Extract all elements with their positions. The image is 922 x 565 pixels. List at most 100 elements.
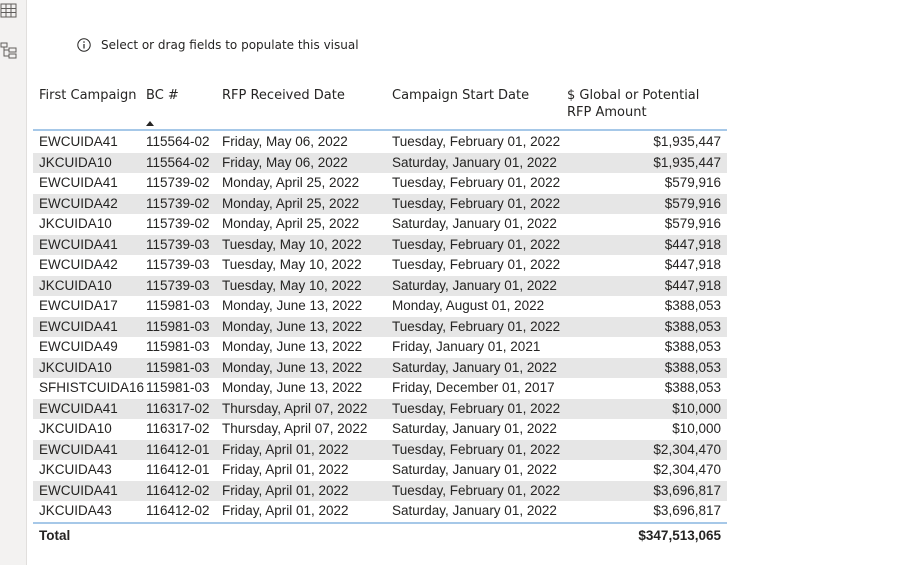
rfp-received-date-cell: Monday, April 25, 2022 xyxy=(222,195,360,211)
rfp-amount-cell: $10,000 xyxy=(672,421,721,436)
visual-toolbar xyxy=(0,0,27,565)
bc-number-cell: 115739-03 xyxy=(146,257,210,272)
table-body: EWCUIDA41 115564-02 Friday, May 06, 2022 Tu… xyxy=(33,132,727,522)
rfp-amount-cell: $388,053 xyxy=(664,339,721,354)
bc-number-cell: 116412-02 xyxy=(146,503,210,518)
first-campaign-cell: EWCUIDA41 xyxy=(39,175,118,190)
rfp-received-date-cell: Friday, May 06, 2022 xyxy=(222,154,348,170)
table-row[interactable]: EWCUIDA41 115739-03 Tuesday, May 10, 2022 T… xyxy=(33,234,727,255)
campaign-start-date-cell: Saturday, January 01, 2022 xyxy=(392,503,557,518)
table-row[interactable]: JKCUIDA10 115739-03 Tuesday, May 10, 2022 S… xyxy=(33,275,727,296)
rfp-amount-cell: $2,304,470 xyxy=(653,441,721,457)
campaign-start-date-cell: Saturday, January 01, 2022 xyxy=(392,277,557,293)
table-row[interactable]: JKCUIDA10 115981-03 Monday, June 13, 2022 S… xyxy=(33,357,727,378)
table-row[interactable]: JKCUIDA10 115564-02 Friday, May 06, 2022 Sa… xyxy=(33,152,727,173)
rfp-amount-cell: $388,053 xyxy=(664,298,721,313)
rfp-received-date-cell: Friday, April 01, 2022 xyxy=(222,503,349,518)
first-campaign-cell: EWCUIDA41 xyxy=(39,400,118,416)
rfp-received-date-cell: Monday, April 25, 2022 xyxy=(222,175,360,190)
rfp-received-date-cell: Friday, April 01, 2022 xyxy=(222,462,349,477)
rfp-amount-cell: $579,916 xyxy=(664,195,721,211)
table-row[interactable]: EWCUIDA41 115739-02 Monday, April 25, 2022… xyxy=(33,173,727,194)
rfp-amount-cell: $3,696,817 xyxy=(653,503,721,518)
first-campaign-cell: EWCUIDA41 xyxy=(39,134,118,149)
rfp-received-date-cell: Monday, June 13, 2022 xyxy=(222,359,363,375)
first-campaign-cell: SFHISTCUIDA16 xyxy=(39,380,145,395)
table-row[interactable]: EWCUIDA42 115739-02 Monday, April 25, 2022… xyxy=(33,193,727,214)
total-row: Total $347,513,065 xyxy=(33,521,727,548)
bc-number-cell: 116412-02 xyxy=(146,482,210,498)
campaign-start-date-cell: Tuesday, February 01, 2022 xyxy=(392,400,561,416)
table-row[interactable]: EWCUIDA17 115981-03 Monday, June 13, 2022 M… xyxy=(33,296,727,317)
campaign-start-date-cell: Saturday, January 01, 2022 xyxy=(392,421,557,436)
column-header-rfp-received-date[interactable]: RFP Received Date xyxy=(222,87,345,104)
table-row[interactable]: EWCUIDA41 116317-02 Thursday, April 07, 20… xyxy=(33,398,727,419)
rfp-amount-cell: $388,053 xyxy=(664,318,721,334)
bc-number-cell: 115739-02 xyxy=(146,195,210,211)
table-row[interactable]: SFHISTCUIDA16 115981-03 Monday, June 13, 2… xyxy=(33,378,727,399)
table-row[interactable]: JKCUIDA43 116412-01 Friday, April 01, 2022… xyxy=(33,460,727,481)
sort-ascending-icon[interactable] xyxy=(146,121,154,126)
campaign-start-date-cell: Tuesday, February 01, 2022 xyxy=(392,236,561,252)
table-row[interactable]: EWCUIDA41 116412-02 Friday, April 01, 2022… xyxy=(33,480,727,501)
first-campaign-cell: EWCUIDA42 xyxy=(39,195,118,211)
rfp-amount-cell: $3,696,817 xyxy=(653,482,721,498)
bc-number-cell: 115739-03 xyxy=(146,277,210,293)
table-row[interactable]: EWCUIDA41 115981-03 Monday, June 13, 2022 T… xyxy=(33,316,727,337)
campaign-start-date-cell: Tuesday, February 01, 2022 xyxy=(392,318,561,334)
bc-number-cell: 115739-02 xyxy=(146,216,210,231)
campaign-start-date-cell: Saturday, January 01, 2022 xyxy=(392,154,557,170)
campaign-start-date-cell: Monday, August 01, 2022 xyxy=(392,298,545,313)
first-campaign-cell: JKCUIDA10 xyxy=(39,277,112,293)
table-icon[interactable] xyxy=(0,2,20,22)
rfp-amount-cell: $579,916 xyxy=(664,216,721,231)
first-campaign-cell: EWCUIDA41 xyxy=(39,236,118,252)
rfp-amount-cell: $2,304,470 xyxy=(653,462,721,477)
table-row[interactable]: EWCUIDA41 116412-01 Friday, April 01, 2022… xyxy=(33,439,727,460)
first-campaign-cell: EWCUIDA17 xyxy=(39,298,118,313)
rfp-received-date-cell: Thursday, April 07, 2022 xyxy=(222,421,368,436)
column-header-rfp-amount[interactable]: $ Global or Potential RFP Amount xyxy=(567,87,727,121)
total-label: Total xyxy=(39,527,71,543)
table-row[interactable]: JKCUIDA43 116412-02 Friday, April 01, 2022… xyxy=(33,501,727,522)
campaign-start-date-cell: Saturday, January 01, 2022 xyxy=(392,216,557,231)
table-row[interactable]: EWCUIDA49 115981-03 Monday, June 13, 2022 F… xyxy=(33,337,727,358)
campaign-start-date-cell: Tuesday, February 01, 2022 xyxy=(392,175,561,190)
campaign-start-date-cell: Tuesday, February 01, 2022 xyxy=(392,134,561,149)
total-amount: $347,513,065 xyxy=(638,527,721,543)
table-visual: First Campaign BC # RFP Received Date Ca… xyxy=(33,84,727,548)
rfp-received-date-cell: Friday, April 01, 2022 xyxy=(222,441,349,457)
rfp-amount-cell: $1,935,447 xyxy=(653,134,721,149)
campaign-start-date-cell: Tuesday, February 01, 2022 xyxy=(392,482,561,498)
table-row[interactable]: JKCUIDA10 116317-02 Thursday, April 07, 20… xyxy=(33,419,727,440)
table-row[interactable]: EWCUIDA41 115564-02 Friday, May 06, 2022 Tu… xyxy=(33,132,727,153)
rfp-received-date-cell: Tuesday, May 10, 2022 xyxy=(222,257,362,272)
column-header-first-campaign[interactable]: First Campaign xyxy=(39,87,137,104)
hint-text: Select or drag fields to populate this v… xyxy=(101,38,359,52)
campaign-start-date-cell: Friday, January 01, 2021 xyxy=(392,339,541,354)
first-campaign-cell: EWCUIDA41 xyxy=(39,318,118,334)
rfp-amount-cell: $388,053 xyxy=(664,359,721,375)
rfp-amount-cell: $447,918 xyxy=(664,236,721,252)
campaign-start-date-cell: Tuesday, February 01, 2022 xyxy=(392,441,561,457)
first-campaign-cell: JKCUIDA43 xyxy=(39,503,112,518)
bc-number-cell: 115981-03 xyxy=(146,339,210,354)
empty-visual-hint: Select or drag fields to populate this v… xyxy=(77,36,359,54)
column-header-bc-number[interactable]: BC # xyxy=(146,87,179,104)
column-header-campaign-start-date[interactable]: Campaign Start Date xyxy=(392,87,529,104)
table-row[interactable]: JKCUIDA10 115739-02 Monday, April 25, 2022… xyxy=(33,214,727,235)
rfp-received-date-cell: Monday, June 13, 2022 xyxy=(222,380,363,395)
rfp-received-date-cell: Friday, April 01, 2022 xyxy=(222,482,349,498)
campaign-start-date-cell: Tuesday, February 01, 2022 xyxy=(392,195,561,211)
bc-number-cell: 115981-03 xyxy=(146,318,210,334)
rfp-received-date-cell: Monday, June 13, 2022 xyxy=(222,298,363,313)
bc-number-cell: 116317-02 xyxy=(146,421,210,436)
rfp-amount-cell: $10,000 xyxy=(672,400,721,416)
rfp-amount-cell: $579,916 xyxy=(664,175,721,190)
first-campaign-cell: JKCUIDA10 xyxy=(39,154,112,170)
bc-number-cell: 115981-03 xyxy=(146,380,210,395)
table-row[interactable]: EWCUIDA42 115739-03 Tuesday, May 10, 2022 T… xyxy=(33,255,727,276)
first-campaign-cell: JKCUIDA10 xyxy=(39,359,112,375)
first-campaign-cell: EWCUIDA42 xyxy=(39,257,118,272)
hierarchy-icon[interactable] xyxy=(0,40,20,60)
